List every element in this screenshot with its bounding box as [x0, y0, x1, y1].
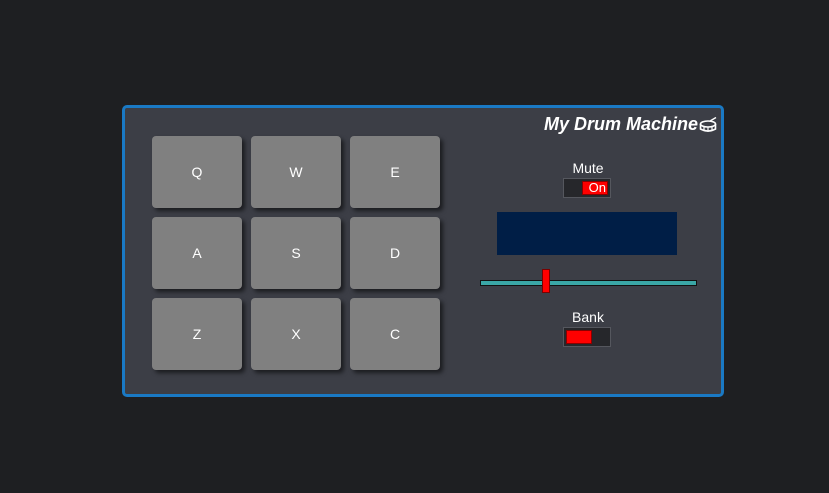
mute-label: Mute [572, 160, 604, 176]
mute-state-text: On [588, 180, 606, 195]
drum-pad-z[interactable]: Z [152, 298, 242, 370]
volume-slider-thumb[interactable] [541, 269, 550, 293]
drum-machine: My Drum Machine Q W E A S D Z X C Mute O… [122, 105, 724, 397]
drum-pad-a[interactable]: A [152, 217, 242, 289]
app-title-text: My Drum Machine [543, 114, 698, 134]
app-title: My Drum Machine [544, 114, 717, 135]
drum-pad-grid: Q W E A S D Z X C [152, 136, 440, 370]
volume-slider[interactable] [480, 269, 697, 293]
drum-pad-q[interactable]: Q [152, 136, 242, 208]
bank-toggle-knob [566, 330, 592, 344]
bank-toggle[interactable] [563, 327, 611, 347]
drum-pad-s[interactable]: S [251, 217, 341, 289]
bank-label: Bank [572, 309, 604, 325]
sound-display [497, 212, 677, 255]
drum-pad-d[interactable]: D [350, 217, 440, 289]
drum-pad-w[interactable]: W [251, 136, 341, 208]
mute-toggle[interactable]: On [563, 178, 611, 198]
drum-icon [699, 116, 717, 133]
drum-pad-e[interactable]: E [350, 136, 440, 208]
drum-pad-c[interactable]: C [350, 298, 440, 370]
drum-pad-x[interactable]: X [251, 298, 341, 370]
